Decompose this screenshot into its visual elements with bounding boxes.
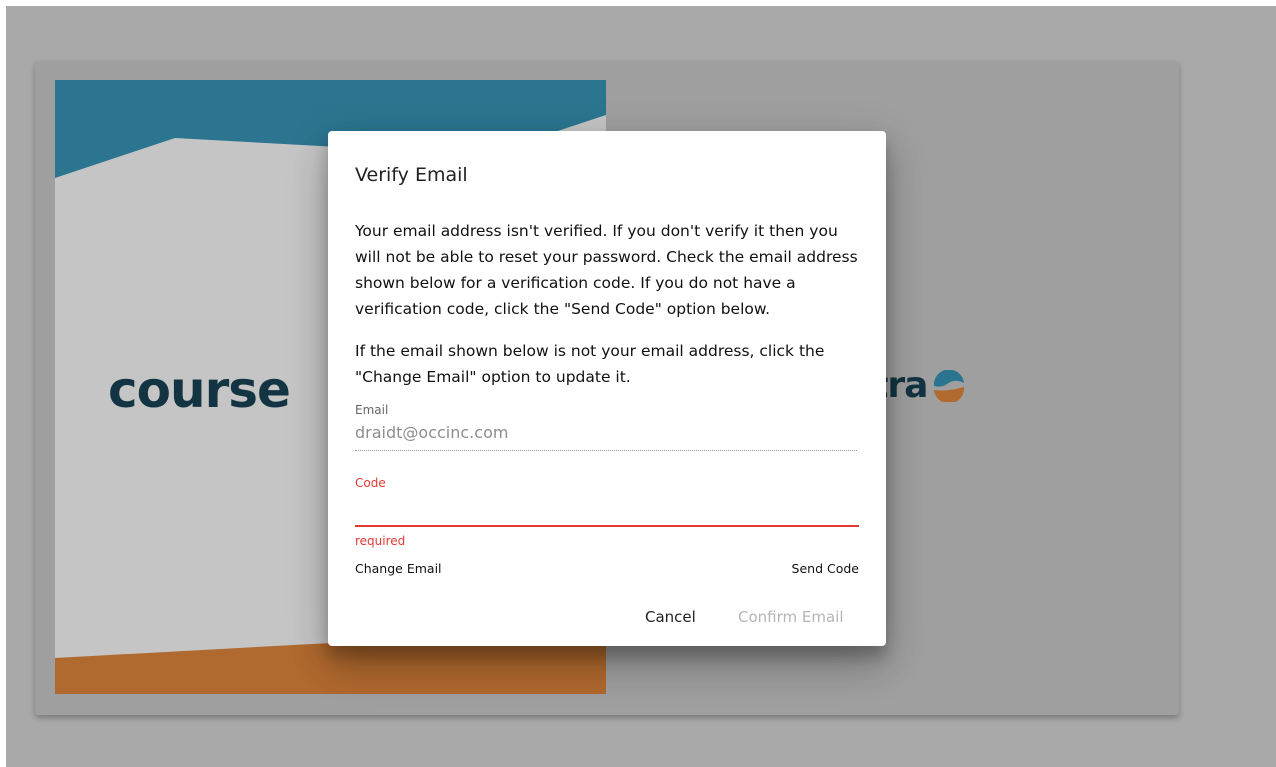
code-label: Code <box>355 476 386 490</box>
code-input[interactable] <box>355 501 859 527</box>
dialog-title: Verify Email <box>355 164 468 186</box>
verify-email-dialog: Verify Email Your email address isn't ve… <box>328 131 886 646</box>
code-error-message: required <box>355 534 406 548</box>
dialog-message-1: Your email address isn't verified. If yo… <box>355 222 858 318</box>
cancel-button[interactable]: Cancel <box>645 608 696 626</box>
wave-logo-icon <box>934 369 965 402</box>
logo-left-text: course <box>108 361 291 419</box>
confirm-email-button[interactable]: Confirm Email <box>738 608 844 626</box>
change-email-link[interactable]: Change Email <box>355 561 442 576</box>
dialog-message-2: If the email shown below is not your ema… <box>355 342 825 386</box>
email-field: draidt@occinc.com <box>355 423 857 451</box>
send-code-link[interactable]: Send Code <box>792 561 859 576</box>
email-label: Email <box>355 403 389 417</box>
